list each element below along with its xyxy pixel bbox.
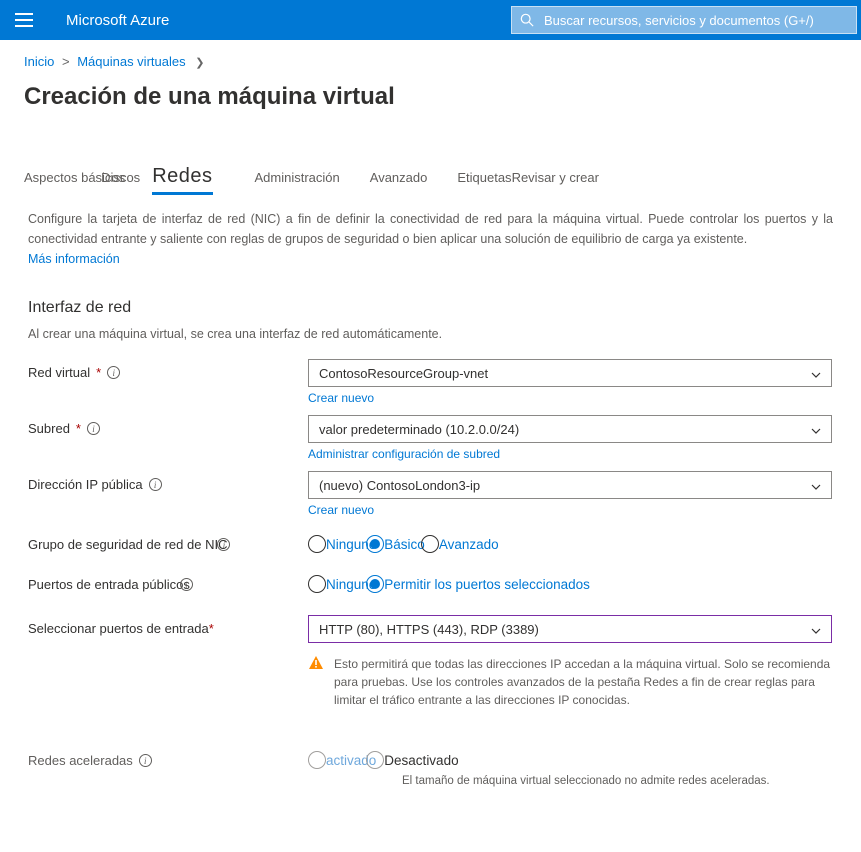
accel-note: El tamaño de máquina virtual seleccionad… bbox=[308, 775, 833, 787]
label-accel: Redes aceleradas i bbox=[28, 747, 308, 768]
tab-description: Configure la tarjeta de interfaz de red … bbox=[0, 195, 861, 269]
publicip-select[interactable]: (nuevo) ContosoLondon3-ip bbox=[308, 471, 832, 499]
label-accel-text: Redes aceleradas bbox=[28, 753, 133, 768]
chevron-down-icon bbox=[811, 368, 821, 378]
required-star: * bbox=[209, 621, 214, 636]
breadcrumb-vms[interactable]: Máquinas virtuales bbox=[77, 54, 185, 69]
ports-select[interactable]: HTTP (80), HTTPS (443), RDP (3389) bbox=[308, 615, 832, 643]
ports-value: HTTP (80), HTTPS (443), RDP (3389) bbox=[319, 622, 539, 637]
label-nsg: Grupo de seguridad de red de NIC i bbox=[28, 531, 308, 552]
inbound-allow-label: Permitir los puertos seleccionados bbox=[384, 577, 590, 592]
accel-radio-group: activado Desactivado bbox=[308, 747, 833, 769]
subnet-select[interactable]: valor predeterminado (10.2.0.0/24) bbox=[308, 415, 832, 443]
nsg-basic-label: Básico bbox=[384, 537, 425, 552]
tab-networking[interactable]: Redes bbox=[152, 165, 212, 195]
network-form: Red virtual * i ContosoResourceGroup-vne… bbox=[0, 341, 861, 787]
chevron-down-icon bbox=[811, 424, 821, 434]
ports-warning: Esto permitirá que todas las direcciones… bbox=[308, 655, 832, 709]
section-sub: Al crear una máquina virtual, se crea un… bbox=[0, 317, 861, 341]
tab-tags[interactable]: Etiquetas bbox=[457, 170, 511, 185]
wizard-tabs: Aspectos básicos Discos Redes Administra… bbox=[0, 111, 861, 195]
subnet-value: valor predeterminado (10.2.0.0/24) bbox=[319, 422, 519, 437]
label-inbound-text: Puertos de entrada públicos bbox=[28, 577, 190, 592]
breadcrumb: Inicio > Máquinas virtuales ❯ bbox=[0, 40, 861, 69]
tab-disks[interactable]: Discos bbox=[101, 170, 140, 185]
label-ports: Seleccionar puertos de entrada * bbox=[28, 615, 308, 636]
page-title: Creación de una máquina virtual bbox=[0, 69, 861, 111]
vnet-value: ContosoResourceGroup-vnet bbox=[319, 366, 488, 381]
row-nsg: Grupo de seguridad de red de NIC i Ningu… bbox=[28, 531, 833, 553]
row-vnet: Red virtual * i ContosoResourceGroup-vne… bbox=[28, 359, 833, 405]
info-icon[interactable]: i bbox=[87, 422, 100, 435]
warning-icon bbox=[308, 655, 324, 671]
breadcrumb-home[interactable]: Inicio bbox=[24, 54, 54, 69]
row-publicip: Dirección IP pública i (nuevo) ContosoLo… bbox=[28, 471, 833, 517]
top-bar: Microsoft Azure Buscar recursos, servici… bbox=[0, 0, 861, 40]
required-star: * bbox=[96, 365, 101, 380]
required-star: * bbox=[76, 421, 81, 436]
subnet-manage-link[interactable]: Administrar configuración de subred bbox=[308, 447, 833, 461]
more-info-link[interactable]: Más información bbox=[28, 252, 120, 266]
info-icon[interactable]: i bbox=[149, 478, 162, 491]
description-text: Configure la tarjeta de interfaz de red … bbox=[28, 212, 833, 246]
tab-management[interactable]: Administración bbox=[255, 170, 340, 185]
nsg-radio-group: Ninguno Básico Avanzado bbox=[308, 531, 833, 553]
nsg-advanced-label: Avanzado bbox=[439, 537, 499, 552]
info-icon[interactable]: i bbox=[180, 578, 193, 591]
info-icon[interactable]: i bbox=[139, 754, 152, 767]
label-ports-text: Seleccionar puertos de entrada bbox=[28, 621, 209, 636]
chevron-down-icon bbox=[811, 624, 821, 634]
publicip-value: (nuevo) ContosoLondon3-ip bbox=[319, 478, 480, 493]
hamburger-icon bbox=[15, 13, 33, 27]
nsg-advanced[interactable]: Avanzado bbox=[421, 535, 499, 553]
label-publicip: Dirección IP pública i bbox=[28, 471, 308, 492]
chevron-down-icon bbox=[811, 480, 821, 490]
vnet-select[interactable]: ContosoResourceGroup-vnet bbox=[308, 359, 832, 387]
label-vnet-text: Red virtual bbox=[28, 365, 90, 380]
label-nsg-text: Grupo de seguridad de red de NIC bbox=[28, 537, 227, 552]
info-icon[interactable]: i bbox=[107, 366, 120, 379]
label-publicip-text: Dirección IP pública bbox=[28, 477, 143, 492]
brand-label: Microsoft Azure bbox=[48, 12, 169, 29]
label-subnet-text: Subred bbox=[28, 421, 70, 436]
tab-review[interactable]: Revisar y crear bbox=[512, 170, 599, 185]
warning-text: Esto permitirá que todas las direcciones… bbox=[334, 655, 832, 709]
row-ports: Seleccionar puertos de entrada * HTTP (8… bbox=[28, 615, 833, 709]
info-icon[interactable]: i bbox=[217, 538, 230, 551]
label-inbound: Puertos de entrada públicos i bbox=[28, 571, 308, 592]
chevron-right-icon: ❯ bbox=[195, 56, 204, 69]
row-accel: Redes aceleradas i activado Desactivado … bbox=[28, 747, 833, 787]
label-subnet: Subred * i bbox=[28, 415, 308, 436]
breadcrumb-sep: > bbox=[62, 54, 70, 69]
publicip-create-link[interactable]: Crear nuevo bbox=[308, 503, 833, 517]
nsg-basic[interactable]: Básico bbox=[366, 535, 425, 553]
vnet-create-link[interactable]: Crear nuevo bbox=[308, 391, 833, 405]
section-heading: Interfaz de red bbox=[0, 269, 861, 317]
row-subnet: Subred * i valor predeterminado (10.2.0.… bbox=[28, 415, 833, 461]
search-placeholder: Buscar recursos, servicios y documentos … bbox=[544, 13, 814, 28]
label-vnet: Red virtual * i bbox=[28, 359, 308, 380]
row-inbound: Puertos de entrada públicos i Ninguno Pe… bbox=[28, 571, 833, 593]
accel-off-label: Desactivado bbox=[384, 753, 458, 768]
inbound-radio-group: Ninguno Permitir los puertos seleccionad… bbox=[308, 571, 833, 593]
inbound-allow[interactable]: Permitir los puertos seleccionados bbox=[366, 575, 590, 593]
global-search[interactable]: Buscar recursos, servicios y documentos … bbox=[511, 6, 857, 34]
hamburger-menu[interactable] bbox=[0, 13, 48, 27]
search-icon bbox=[520, 13, 534, 27]
accel-off[interactable]: Desactivado bbox=[366, 751, 458, 769]
tab-advanced[interactable]: Avanzado bbox=[370, 170, 428, 185]
